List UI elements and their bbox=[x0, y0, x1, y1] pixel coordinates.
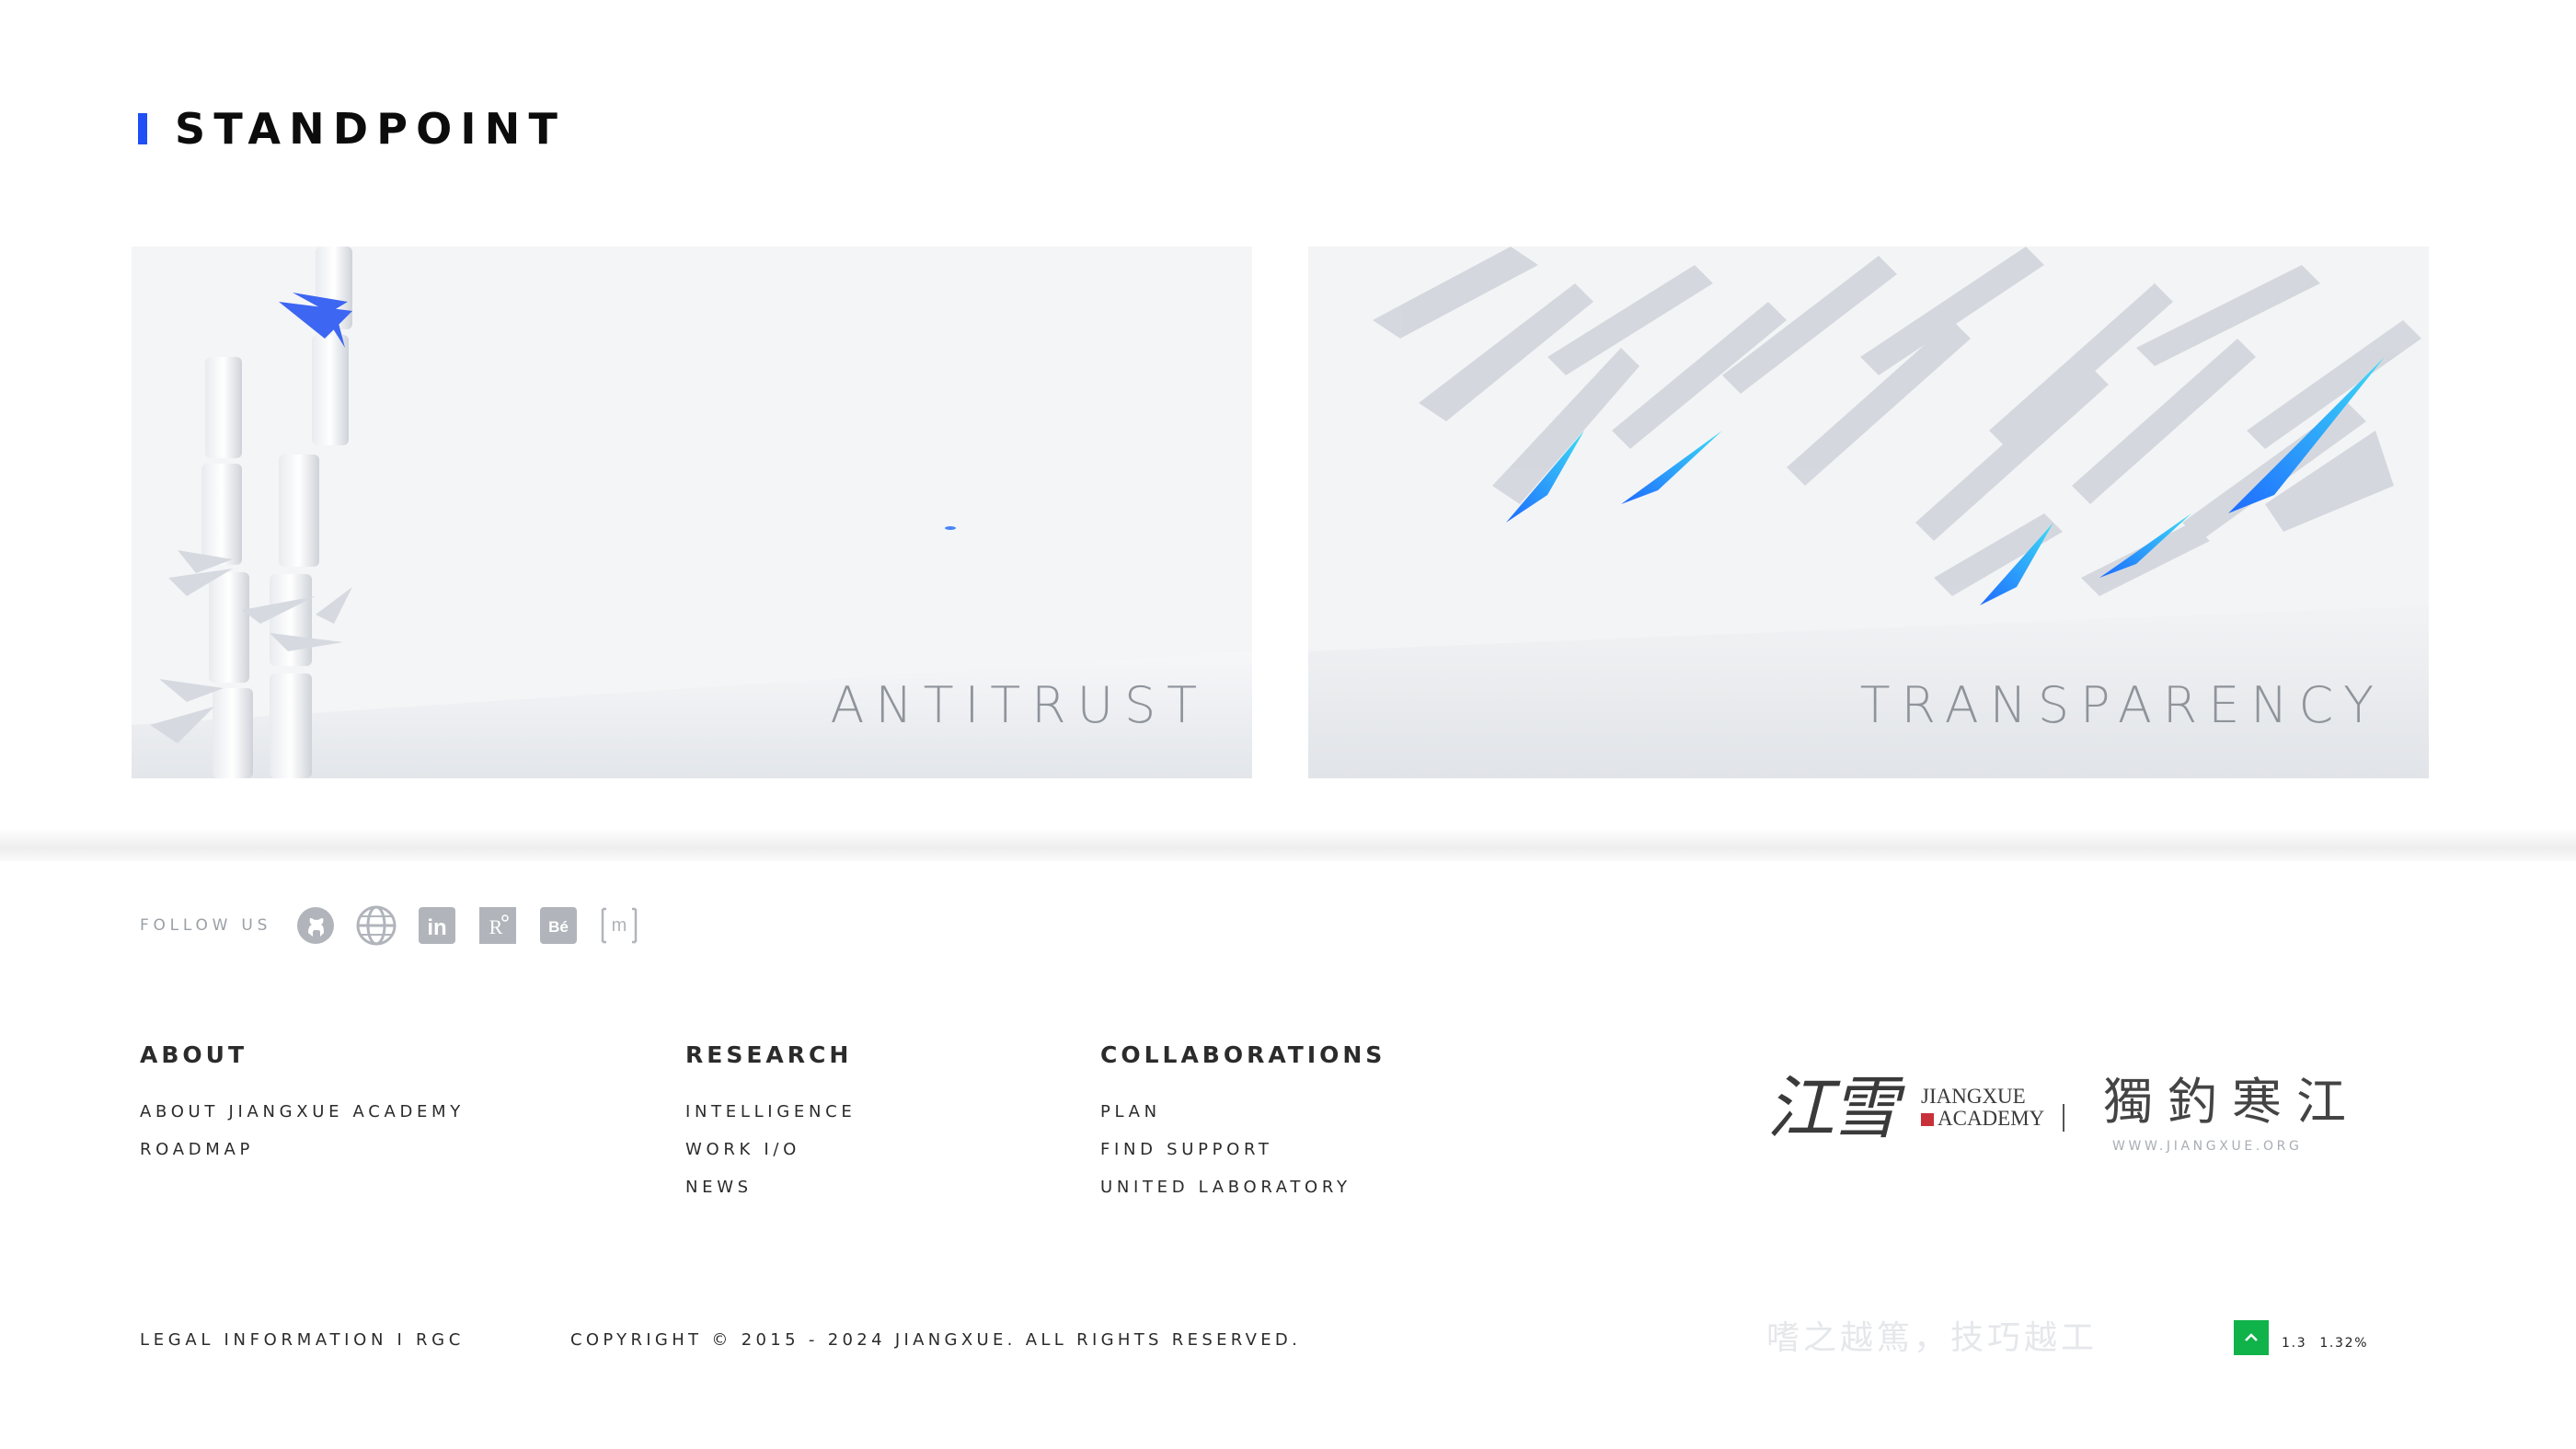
page-stats: 1.3 1.32% bbox=[2282, 1336, 2381, 1351]
footer-link-work-io[interactable]: WORK I/O bbox=[685, 1131, 856, 1168]
follow-us-label: FOLLOW US bbox=[140, 916, 272, 935]
globe-icon[interactable] bbox=[356, 905, 397, 946]
footer-link-united-laboratory[interactable]: UNITED LABORATORY bbox=[1100, 1168, 1386, 1206]
medium-icon-text: m bbox=[612, 915, 627, 936]
linkedin-icon-text: in bbox=[428, 915, 447, 940]
brand-logo[interactable]: 江雪 JIANGXUE ACADEMY 獨釣寒江 WWW.JIANGXUE.OR… bbox=[1766, 1067, 2374, 1159]
footer-heading-research: RESEARCH bbox=[685, 1041, 853, 1068]
behance-icon-text: Bé bbox=[548, 918, 569, 936]
seal-icon bbox=[1921, 1113, 1934, 1126]
motto-text: 嗜之越篤，技巧越工 bbox=[1766, 1319, 2099, 1357]
footer-col-research: RESEARCH INTELLIGENCE WORK I/O NEWS bbox=[685, 1038, 856, 1206]
card-label-antitrust: ANTITRUST bbox=[830, 676, 1208, 734]
behance-icon[interactable]: Bé bbox=[538, 905, 579, 946]
brand-poem: 獨釣寒江 bbox=[2103, 1073, 2361, 1131]
footer-link-find-support[interactable]: FIND SUPPORT bbox=[1100, 1131, 1386, 1168]
medium-icon[interactable]: m bbox=[599, 905, 639, 946]
linkedin-icon[interactable]: in bbox=[417, 905, 457, 946]
footer-divider bbox=[0, 828, 2576, 861]
title-accent-bar bbox=[138, 113, 147, 144]
footer-col-about: ABOUT ABOUT JIANGXUE ACADEMY ROADMAP bbox=[140, 1038, 465, 1168]
brand-calligraphy: 江雪 bbox=[1766, 1069, 1899, 1148]
footer-link-about-academy[interactable]: ABOUT JIANGXUE ACADEMY bbox=[140, 1093, 465, 1131]
researchgate-icon[interactable]: R bbox=[477, 905, 518, 946]
researchgate-icon-text: R bbox=[489, 915, 503, 938]
chevron-up-icon bbox=[2245, 1333, 2258, 1341]
github-icon[interactable] bbox=[295, 905, 336, 946]
back-to-top-button[interactable] bbox=[2234, 1320, 2269, 1355]
brand-name-line1: JIANGXUE bbox=[1921, 1085, 2026, 1108]
page-title: STANDPOINT bbox=[175, 104, 567, 154]
brand-separator bbox=[2063, 1104, 2064, 1132]
card-label-transparency: TRANSPARENCY bbox=[1859, 676, 2385, 734]
stat-value-b: 1.32% bbox=[2319, 1336, 2369, 1351]
card-transparency[interactable]: TRANSPARENCY bbox=[1308, 247, 2429, 778]
stat-value-a: 1.3 bbox=[2282, 1336, 2307, 1351]
section-title: STANDPOINT bbox=[138, 106, 566, 152]
footer-heading-about: ABOUT bbox=[140, 1041, 248, 1068]
brand-name-line2: ACADEMY bbox=[1938, 1107, 2045, 1130]
copyright-text: COPYRIGHT © 2015 - 2024 JIANGXUE. ALL RI… bbox=[570, 1330, 1302, 1350]
footer-heading-collaborations: COLLABORATIONS bbox=[1100, 1041, 1386, 1068]
legal-information-link[interactable]: LEGAL INFORMATION I RGC bbox=[140, 1330, 465, 1350]
brand-url: WWW.JIANGXUE.ORG bbox=[2112, 1139, 2303, 1154]
footer-link-roadmap[interactable]: ROADMAP bbox=[140, 1131, 465, 1168]
footer-link-intelligence[interactable]: INTELLIGENCE bbox=[685, 1093, 856, 1131]
social-links: FOLLOW US in R Bé m bbox=[140, 904, 660, 947]
card-antitrust[interactable]: ANTITRUST bbox=[132, 247, 1252, 778]
footer-link-plan[interactable]: PLAN bbox=[1100, 1093, 1386, 1131]
footer-col-collaborations: COLLABORATIONS PLAN FIND SUPPORT UNITED … bbox=[1100, 1038, 1386, 1206]
footer-link-news[interactable]: NEWS bbox=[685, 1168, 856, 1206]
brand-name: JIANGXUE ACADEMY bbox=[1921, 1086, 2044, 1130]
brand-name-line2-row: ACADEMY bbox=[1921, 1108, 2044, 1130]
